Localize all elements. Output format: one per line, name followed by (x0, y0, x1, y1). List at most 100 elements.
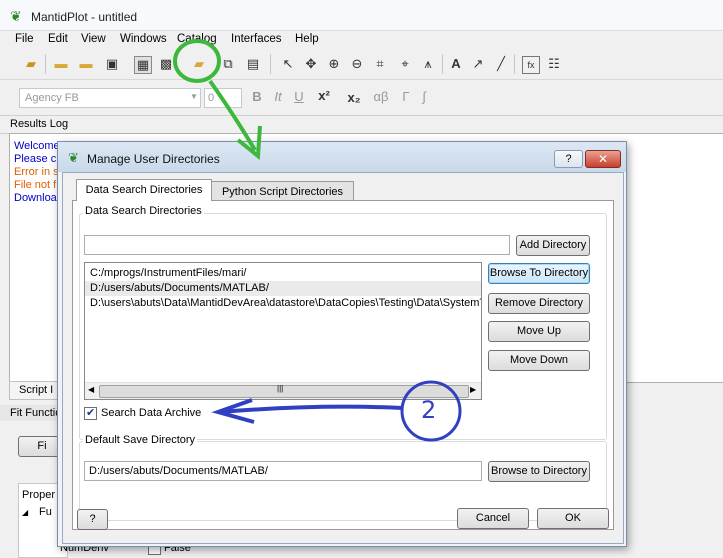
directory-list[interactable]: C:/mprogs/InstrumentFiles/mari/ D:/users… (84, 262, 482, 400)
list-item-text: C:/mprogs/InstrumentFiles/mari/ (90, 267, 247, 279)
default-save-input[interactable]: D:/users/abuts/Documents/MATLAB/ (84, 461, 482, 481)
menu-file[interactable]: File (15, 33, 34, 45)
collapse-icon[interactable]: ◢ (22, 508, 28, 517)
add-text-icon[interactable]: A (448, 56, 464, 72)
greek-icon[interactable]: αβ (373, 89, 389, 105)
font-family-value: Agency FB (25, 92, 79, 104)
menu-windows[interactable]: Windows (120, 33, 167, 45)
menu-edit[interactable]: Edit (48, 33, 68, 45)
main-titlebar: ❦ MantidPlot - untitled (0, 0, 723, 31)
toolbar-separator (270, 54, 271, 74)
pan-icon[interactable]: ✥ (303, 56, 319, 72)
window-title: MantidPlot - untitled (31, 10, 138, 24)
subscript-icon[interactable]: x₂ (346, 90, 362, 106)
dialog-close-button[interactable]: ✕ (585, 150, 621, 168)
footer-help-label: ? (89, 513, 96, 525)
mantid-logo-icon: ❦ (68, 150, 79, 165)
font-size-value: 0 (208, 92, 215, 104)
fit-button-label: Fi (37, 440, 47, 452)
bold-icon[interactable]: B (249, 89, 265, 105)
log-line: File not f (14, 179, 57, 191)
save-icon[interactable]: ▬ (78, 56, 94, 72)
pointer-icon[interactable]: ↖ (280, 56, 296, 72)
move-down-label: Move Down (509, 354, 569, 366)
add-directory-button[interactable]: Add Directory (516, 235, 590, 256)
font-size-spinbox[interactable]: 0 (204, 88, 242, 108)
print-icon[interactable]: ▣ (104, 56, 120, 72)
remove-directory-button[interactable]: Remove Directory (488, 293, 590, 314)
list-item[interactable]: D:/users/abuts/Documents/MATLAB/ (85, 281, 481, 296)
menu-catalog[interactable]: Catalog (177, 33, 217, 45)
add-directory-label: Add Directory (519, 239, 587, 251)
standard-toolbar: ▰ ▬ ▬ ▣ ▦ ▩ ▰ ⧉ ▤ ↖ ✥ ⊕ ⊖ ⌗ ⌖ ⩚ A ↗ ╱ fx… (0, 49, 723, 80)
cancel-button[interactable]: Cancel (457, 508, 529, 529)
dialog-title: Manage User Directories (87, 152, 220, 166)
data-search-group-label: Data Search Directories (83, 205, 204, 217)
italic-icon[interactable]: It (270, 89, 286, 105)
zoom-in-icon[interactable]: ⊕ (326, 56, 342, 72)
search-archive-checkbox[interactable]: ✔ (84, 407, 97, 420)
math-symbols-icon[interactable]: ∫ (416, 89, 432, 105)
move-down-button[interactable]: Move Down (488, 350, 590, 371)
log-line: Welcome (14, 140, 60, 152)
script-tab-label: Script I (19, 384, 54, 396)
menu-view[interactable]: View (81, 33, 106, 45)
list-item-text: D:\users\abuts\Data\MantidDevArea\datast… (90, 297, 481, 309)
scroll-left-icon[interactable]: ◀ (88, 385, 94, 394)
superscript-icon[interactable]: x² (316, 88, 332, 104)
results-log-title: Results Log (10, 118, 69, 130)
tab-python-script-directories[interactable]: Python Script Directories (211, 181, 354, 201)
data-reader-icon[interactable]: ⌖ (397, 56, 413, 72)
open-project-icon[interactable]: ▰ (23, 56, 39, 72)
table-icon[interactable]: ▦ (134, 56, 152, 74)
paste-icon[interactable]: ▤ (245, 56, 261, 72)
browse-save-directory-button[interactable]: Browse to Directory (488, 461, 590, 482)
help-icon: ? (565, 153, 572, 165)
menu-help[interactable]: Help (295, 33, 319, 45)
browse-save-label: Browse to Directory (491, 465, 587, 477)
default-save-value: D:/users/abuts/Documents/MATLAB/ (89, 465, 268, 477)
menu-interfaces[interactable]: Interfaces (231, 33, 282, 45)
manage-directories-icon[interactable]: ▰ (191, 56, 207, 72)
list-item[interactable]: C:/mprogs/InstrumentFiles/mari/ (85, 266, 481, 281)
directory-input[interactable] (84, 235, 510, 255)
matrix-icon[interactable]: ▩ (158, 56, 174, 72)
scroll-right-icon[interactable]: ▶ (470, 385, 476, 394)
rescale-icon[interactable]: ⌗ (372, 56, 388, 72)
log-line: Download (14, 192, 63, 204)
search-archive-label[interactable]: Search Data Archive (101, 407, 201, 419)
mantid-logo-icon: ❦ (10, 8, 22, 24)
font-family-combo[interactable]: Agency FB ▼ (19, 88, 201, 108)
footer-help-button[interactable]: ? (77, 509, 108, 530)
list-item[interactable]: D:\users\abuts\Data\MantidDevArea\datast… (85, 296, 481, 311)
close-icon: ✕ (597, 152, 609, 166)
scrollbar-thumb[interactable]: ||| (99, 384, 469, 398)
log-line: Please cl (14, 153, 59, 165)
function-row-label: Fu (39, 506, 52, 518)
tab-data-search-directories[interactable]: Data Search Directories (76, 179, 212, 201)
step-number: 2 (421, 396, 437, 424)
dialog-help-button[interactable]: ? (554, 150, 583, 168)
cancel-label: Cancel (475, 512, 511, 524)
add-arrow-icon[interactable]: ↗ (470, 56, 486, 72)
toolbar-separator (442, 54, 443, 74)
new-folder-icon[interactable]: ▬ (53, 56, 69, 72)
ok-button[interactable]: OK (537, 508, 609, 529)
move-up-button[interactable]: Move Up (488, 321, 590, 342)
browse-to-directory-button[interactable]: Browse To Directory (488, 263, 590, 284)
zoom-out-icon[interactable]: ⊖ (349, 56, 365, 72)
menu-bar: File Edit View Windows Catalog Interface… (0, 31, 723, 48)
underline-icon[interactable]: U (291, 89, 307, 105)
add-line-icon[interactable]: ╱ (493, 56, 509, 72)
results-log-header: Results Log (0, 115, 723, 134)
peak-picker-icon[interactable]: ⩚ (420, 56, 436, 72)
copy-icon[interactable]: ⧉ (220, 56, 236, 72)
remove-label: Remove Directory (494, 297, 584, 309)
move-up-label: Move Up (516, 325, 562, 337)
dialog-titlebar: ❦ Manage User Directories ? ✕ (58, 142, 626, 172)
manage-directories-dialog: ❦ Manage User Directories ? ✕ Data Searc… (57, 141, 627, 547)
show-layers-icon[interactable]: ☷ (546, 56, 562, 72)
greek-capital-icon[interactable]: Γ (398, 89, 414, 105)
add-function-icon[interactable]: fx (522, 56, 540, 74)
property-header: Proper (22, 489, 56, 501)
